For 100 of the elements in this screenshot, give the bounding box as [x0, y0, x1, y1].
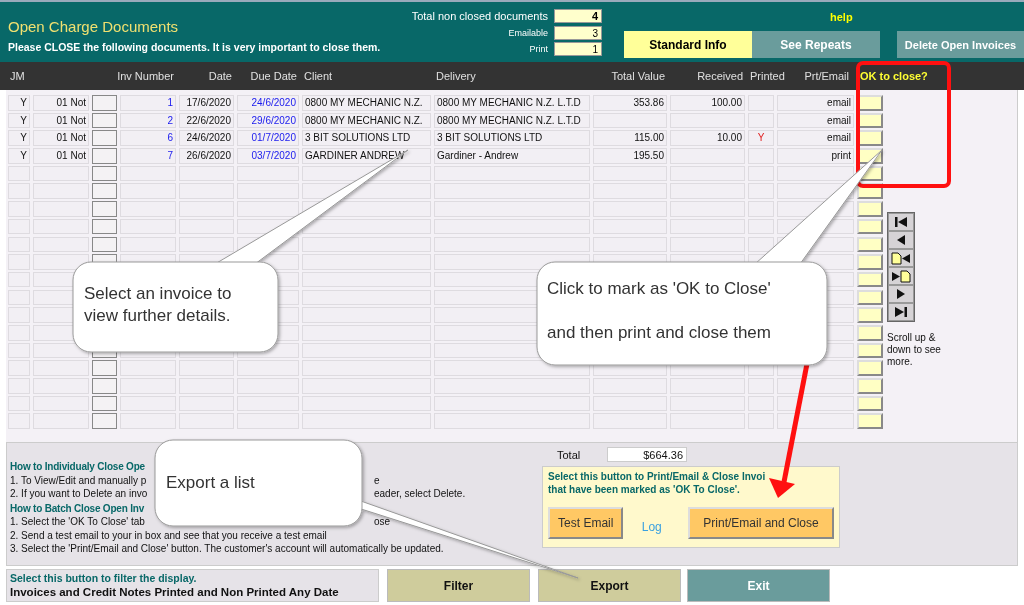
left-triangle-icon [896, 235, 906, 245]
filter-description: Invoices and Credit Notes Printed and Non Printed Any Date [10, 586, 340, 598]
page-subtitle: Please CLOSE the following documents. It is very important to close them. [8, 41, 382, 53]
ok-to-close-button[interactable] [857, 378, 883, 394]
callout-text: Select an invoice to view further details. [84, 283, 233, 327]
ok-to-close-button[interactable] [857, 201, 883, 217]
column-header: JM [9, 70, 26, 82]
table-cell: Gardiner - Andrew [434, 148, 590, 164]
table-cell: 22/6/2020 [179, 112, 234, 129]
next-record-button[interactable] [888, 285, 914, 303]
column-header: Printed [749, 70, 786, 82]
table-cell: 24/6/2020 [179, 130, 234, 146]
help-text: e [374, 474, 380, 486]
help-text: 1. Select the 'OK To Close' tab [10, 516, 145, 527]
right-triangle-icon [896, 289, 906, 299]
prev-record-button[interactable] [888, 231, 914, 249]
help-text: eader, select Delete. [374, 488, 466, 499]
insert-after-record-button[interactable] [888, 267, 914, 285]
input-field[interactable] [92, 201, 117, 217]
table-cell: 100.00 [670, 95, 745, 111]
input-field[interactable] [92, 148, 117, 164]
document-left-icon [891, 251, 911, 265]
column-header: Client [303, 70, 334, 82]
table-cell[interactable]: 2 [120, 112, 176, 129]
table-cell[interactable]: 0800 MY MECHANIC N.Z. [302, 112, 431, 129]
help-text: 3. Select the 'Print/Email and Close' button. The customer's account will automatically be updated. [10, 543, 444, 554]
table-cell[interactable]: 0800 MY MECHANIC N.Z. [302, 95, 431, 111]
table-cell: 29/6/2020 [237, 112, 299, 129]
help-text: 1. To View/Edit and manually p [10, 474, 147, 486]
table-cell: email [777, 130, 854, 146]
input-field[interactable] [92, 130, 117, 146]
table-cell: 195.50 [593, 148, 667, 164]
panel-note: Select this button to Print/Email & Close Invoi [548, 471, 766, 482]
table-cell: 01/7/2020 [237, 130, 299, 146]
panel-note: that have been marked as 'OK To Close'. [548, 484, 740, 495]
table-cell: 17/6/2020 [179, 95, 234, 111]
input-field[interactable] [92, 378, 117, 394]
ok-to-close-button[interactable] [857, 413, 883, 429]
document-right-icon [891, 269, 911, 283]
table-cell: 3 BIT SOLUTIONS LTD [434, 130, 590, 146]
table-cell [748, 236, 774, 253]
table-cell [179, 236, 234, 253]
input-field[interactable] [92, 395, 117, 412]
filter-hint: Select this button to filter the display. [10, 572, 198, 584]
input-field[interactable] [92, 360, 117, 376]
table-cell[interactable]: 7 [120, 148, 176, 164]
ok-to-close-button[interactable] [857, 324, 883, 341]
help-heading: How to Individualy Close Ope [10, 461, 145, 472]
table-cell: Y [8, 148, 30, 164]
table-cell[interactable]: GARDINER ANDREW [302, 148, 431, 164]
first-record-button[interactable] [888, 213, 914, 231]
table-cell: Y [8, 130, 30, 146]
ok-to-close-button[interactable] [857, 395, 883, 412]
table-cell: 01 Not [33, 148, 89, 164]
tab[interactable]: Standard Info [624, 31, 752, 58]
ok-to-close-button[interactable] [857, 360, 883, 376]
print-email-close-button[interactable]: Print/Email and Close [688, 507, 834, 539]
table-cell[interactable]: 1 [120, 95, 176, 111]
column-header: Delivery [435, 70, 477, 82]
input-field[interactable] [92, 112, 117, 129]
ok-to-close-button[interactable] [857, 218, 883, 235]
last-record-button[interactable] [888, 303, 914, 321]
input-field[interactable] [92, 95, 117, 111]
table-cell[interactable]: 6 [120, 130, 176, 146]
test-email-button[interactable]: Test Email [548, 507, 624, 539]
input-field[interactable] [92, 236, 117, 253]
scroll-note: Scroll up & down to see more. [887, 332, 942, 368]
column-header: Date [207, 70, 233, 82]
callout-text: Click to mark as 'OK to Close' [547, 278, 771, 300]
input-field[interactable] [92, 183, 117, 200]
export-button[interactable]: Export [538, 569, 681, 602]
ok-to-close-button[interactable] [857, 289, 883, 306]
count-field: 4 [554, 9, 602, 23]
input-field[interactable] [92, 165, 117, 182]
column-header: Received [696, 70, 744, 82]
total-field: $664.36 [607, 447, 687, 462]
column-header: Inv Number [116, 70, 175, 82]
ok-to-close-button[interactable] [857, 236, 883, 253]
ok-to-close-button[interactable] [857, 342, 883, 359]
insert-before-record-button[interactable] [888, 249, 914, 267]
table-cell: 24/6/2020 [237, 95, 299, 111]
table-cell: Y [8, 112, 30, 129]
count-field: 3 [554, 25, 602, 40]
table-cell: 0800 MY MECHANIC N.Z. L.T.D [434, 112, 590, 129]
page-title: Open Charge Documents [8, 18, 180, 35]
table-cell [33, 254, 89, 270]
skip-start-icon [894, 217, 908, 227]
table-cell: 03/7/2020 [237, 148, 299, 164]
filter-button[interactable]: Filter [387, 569, 530, 602]
help-link[interactable]: help [830, 11, 853, 23]
table-cell: 0800 MY MECHANIC N.Z. L.T.D [434, 95, 590, 111]
input-field[interactable] [92, 413, 117, 429]
column-header: Due Date [249, 70, 298, 82]
table-cell[interactable]: 3 BIT SOLUTIONS LTD [302, 130, 431, 146]
ok-to-close-button[interactable] [857, 307, 883, 323]
ok-to-close-button[interactable] [857, 271, 883, 288]
input-field[interactable] [92, 218, 117, 235]
callout-text: and then print and close them [547, 322, 771, 344]
ok-to-close-button[interactable] [857, 254, 883, 270]
help-text: ose [374, 516, 391, 527]
